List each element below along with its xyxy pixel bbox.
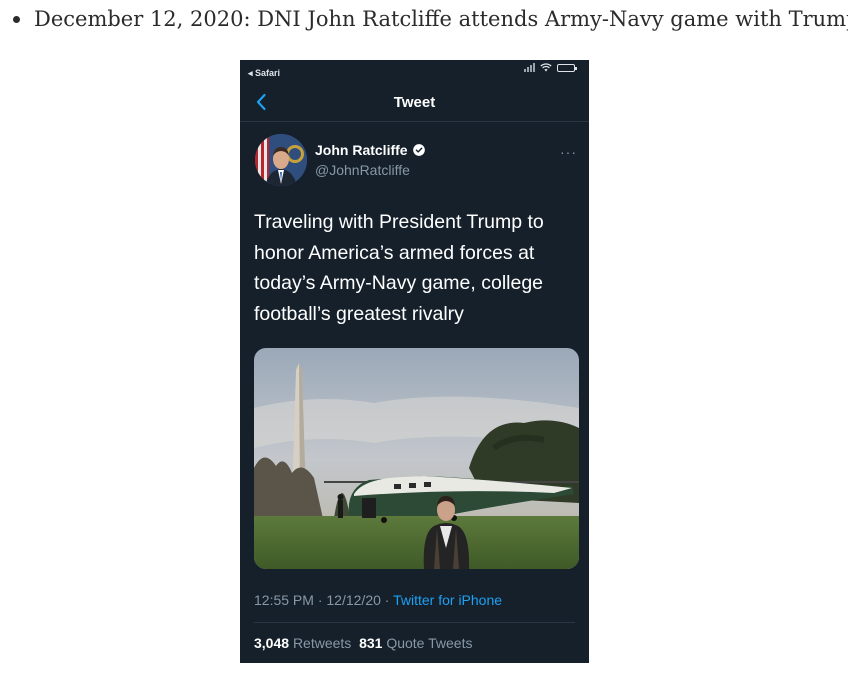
meta-separator: · bbox=[380, 592, 394, 608]
tweet-time: 12:55 PM bbox=[254, 592, 314, 608]
more-dots-icon[interactable]: ··· bbox=[560, 144, 577, 160]
signal-icon bbox=[524, 63, 535, 72]
avatar[interactable] bbox=[255, 134, 307, 186]
battery-icon bbox=[557, 64, 577, 72]
author-name[interactable]: John Ratcliffe bbox=[315, 142, 426, 158]
tweet-date[interactable]: 12/12/20 bbox=[326, 592, 381, 608]
bullet-dot-icon bbox=[13, 15, 20, 23]
author-name-text: John Ratcliffe bbox=[315, 142, 408, 158]
helicopter-lawn-photo bbox=[254, 348, 579, 569]
retweets-label: Retweets bbox=[292, 635, 352, 651]
verified-badge-icon bbox=[412, 144, 425, 156]
back-to-safari-link[interactable]: ◂ Safari bbox=[248, 68, 280, 79]
tweet-screenshot: ◂ Safari Tweet John Ratcliffe @JohnRatcl… bbox=[240, 60, 589, 663]
bullet-text: December 12, 2020: DNI John Ratcliffe at… bbox=[34, 7, 848, 31]
quote-tweets-count: 831 bbox=[359, 635, 383, 651]
quote-tweets-label: Quote Tweets bbox=[386, 635, 473, 651]
divider bbox=[254, 622, 575, 623]
tweet-photo[interactable] bbox=[254, 348, 579, 569]
status-bar: ◂ Safari bbox=[240, 60, 589, 82]
tweet-source-link[interactable]: Twitter for iPhone bbox=[393, 592, 502, 608]
meta-separator: · bbox=[313, 592, 327, 608]
tweet-stats: 3,048 Retweets 831 Quote Tweets bbox=[254, 635, 472, 651]
nav-title: Tweet bbox=[393, 94, 436, 111]
tweet-text: Traveling with President Trump to honor … bbox=[254, 211, 544, 325]
nav-bar: Tweet bbox=[240, 84, 589, 122]
author-handle[interactable]: @JohnRatcliffe bbox=[315, 162, 410, 178]
retweets-count: 3,048 bbox=[254, 635, 290, 651]
status-icons bbox=[524, 63, 577, 72]
quote-tweets-stat[interactable]: 831 Quote Tweets bbox=[359, 635, 472, 651]
article-bullet: December 12, 2020: DNI John Ratcliffe at… bbox=[8, 4, 848, 34]
wifi-icon bbox=[540, 63, 552, 72]
retweets-stat[interactable]: 3,048 Retweets bbox=[254, 635, 351, 651]
tweet-meta: 12:55 PM · 12/12/20 · Twitter for iPhone bbox=[254, 592, 502, 608]
